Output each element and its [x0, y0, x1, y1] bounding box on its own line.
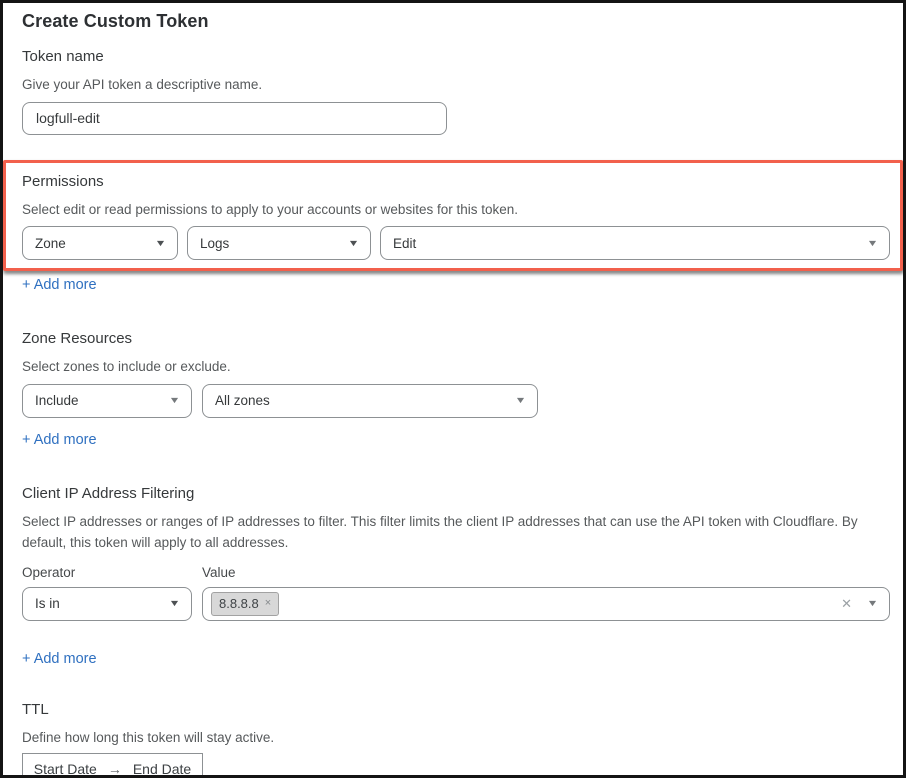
- client-ip-filtering-description: Select IP addresses or ranges of IP addr…: [22, 511, 888, 554]
- clear-icon[interactable]: ✕: [841, 597, 852, 610]
- ttl-date-range-picker[interactable]: Start Date → End Date: [22, 753, 203, 778]
- zone-resources-operator-select[interactable]: Include ▼: [22, 384, 192, 418]
- ttl-description: Define how long this token will stay act…: [22, 727, 890, 749]
- permission-access-select[interactable]: Edit ▼: [380, 226, 890, 260]
- client-ip-filtering-label: Client IP Address Filtering: [22, 484, 890, 504]
- permissions-section: Permissions Select edit or read permissi…: [22, 172, 890, 261]
- value-column-label: Value: [202, 563, 236, 583]
- client-ip-controls-row: Is in ▼ 8.8.8.8 × ✕ ▼: [22, 587, 890, 621]
- arrow-right-icon: →: [108, 761, 122, 777]
- client-ip-add-more-link[interactable]: + Add more: [22, 649, 97, 669]
- page-title: Create Custom Token: [22, 9, 890, 33]
- zone-resources-zones-select[interactable]: All zones ▼: [202, 384, 538, 418]
- client-ip-operator-value: Is in: [35, 596, 60, 611]
- permissions-dropdown-row: Zone ▼ Logs ▼ Edit ▼: [22, 226, 890, 260]
- permissions-description: Select edit or read permissions to apply…: [22, 199, 890, 221]
- permissions-add-more-link[interactable]: + Add more: [22, 275, 97, 295]
- zone-resources-label: Zone Resources: [22, 329, 890, 349]
- tag-remove-icon[interactable]: ×: [265, 598, 271, 609]
- token-name-label: Token name: [22, 47, 890, 67]
- ttl-label: TTL: [22, 700, 890, 720]
- multiselect-icons: ✕ ▼: [841, 597, 877, 610]
- permission-scope-value: Zone: [35, 236, 66, 251]
- client-ip-column-labels: Operator Value: [22, 563, 890, 583]
- permission-category-select[interactable]: Logs ▼: [187, 226, 371, 260]
- zone-resources-operator-value: Include: [35, 393, 79, 408]
- ip-address-tag-text: 8.8.8.8: [219, 596, 259, 612]
- chevron-down-icon: ▼: [348, 239, 360, 248]
- client-ip-filtering-section: Client IP Address Filtering Select IP ad…: [22, 484, 890, 669]
- operator-column-label: Operator: [22, 563, 202, 583]
- chevron-down-icon: ▼: [169, 599, 181, 608]
- token-name-description: Give your API token a descriptive name.: [22, 74, 890, 96]
- chevron-down-icon: ▼: [169, 396, 181, 405]
- start-date-field[interactable]: Start Date: [34, 761, 97, 777]
- zone-resources-add-more-link[interactable]: + Add more: [22, 430, 97, 450]
- chevron-down-icon: ▼: [515, 396, 527, 405]
- token-name-input[interactable]: [22, 102, 447, 135]
- permission-category-value: Logs: [200, 236, 229, 251]
- create-custom-token-page: Create Custom Token Token name Give your…: [0, 0, 906, 778]
- client-ip-value-multiselect[interactable]: 8.8.8.8 × ✕ ▼: [202, 587, 890, 621]
- client-ip-operator-select[interactable]: Is in ▼: [22, 587, 192, 621]
- zone-resources-zones-value: All zones: [215, 393, 270, 408]
- zone-resources-description: Select zones to include or exclude.: [22, 356, 890, 378]
- permission-access-value: Edit: [393, 236, 416, 251]
- token-name-section: Token name Give your API token a descrip…: [22, 47, 890, 135]
- permission-scope-select[interactable]: Zone ▼: [22, 226, 178, 260]
- zone-resources-section: Zone Resources Select zones to include o…: [22, 329, 890, 450]
- ip-address-tag: 8.8.8.8 ×: [211, 592, 279, 616]
- permissions-label: Permissions: [22, 172, 890, 192]
- end-date-field[interactable]: End Date: [133, 761, 191, 777]
- chevron-down-icon: ▼: [155, 239, 167, 248]
- chevron-down-icon[interactable]: ▼: [867, 599, 879, 608]
- permissions-highlight-box: Permissions Select edit or read permissi…: [3, 160, 903, 272]
- chevron-down-icon: ▼: [867, 239, 879, 248]
- ttl-section: TTL Define how long this token will stay…: [22, 700, 890, 778]
- zone-resources-dropdown-row: Include ▼ All zones ▼: [22, 384, 890, 418]
